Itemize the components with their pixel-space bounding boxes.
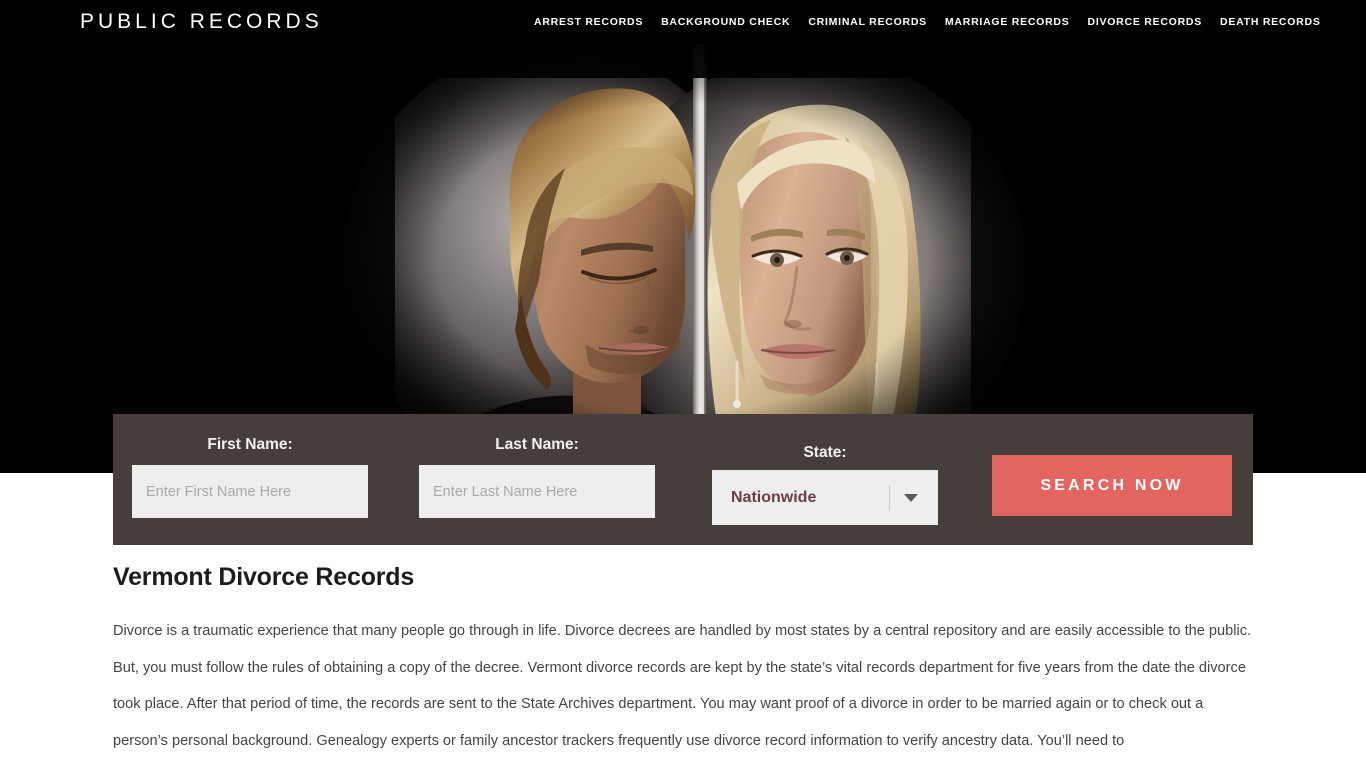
search-form-panel: First Name: Last Name: State: Nationwide… (113, 414, 1253, 545)
nav-item-marriage-records[interactable]: MARRIAGE RECORDS (936, 14, 1079, 30)
select-divider (889, 484, 890, 511)
state-select-value: Nationwide (731, 488, 817, 506)
state-select[interactable]: Nationwide (712, 470, 938, 525)
article-body: Divorce is a traumatic experience that m… (113, 623, 1252, 749)
article-section: Vermont Divorce Records Divorce is a tra… (113, 560, 1253, 759)
hero-banner (0, 0, 1366, 473)
first-name-label: First Name: (207, 436, 293, 453)
nav-item-death-records[interactable]: DEATH RECORDS (1211, 14, 1330, 30)
site-logo[interactable]: PUBLIC RECORDS (80, 9, 323, 35)
page-root: PUBLIC RECORDS ARREST RECORDS BACKGROUND… (0, 0, 1366, 768)
search-now-button[interactable]: Search Now (992, 455, 1232, 516)
last-name-label: Last Name: (495, 436, 579, 453)
nav-item-background-check[interactable]: BACKGROUND CHECK (652, 14, 799, 30)
nav-item-criminal-records[interactable]: CRIMINAL RECORDS (799, 14, 936, 30)
chevron-down-icon (904, 493, 918, 502)
top-navigation-bar: PUBLIC RECORDS ARREST RECORDS BACKGROUND… (0, 0, 1366, 44)
main-nav: ARREST RECORDS BACKGROUND CHECK CRIMINAL… (525, 14, 1330, 30)
last-name-input[interactable] (419, 465, 655, 518)
nav-item-divorce-records[interactable]: DIVORCE RECORDS (1079, 14, 1212, 30)
nav-item-arrest-records[interactable]: ARREST RECORDS (525, 14, 652, 30)
first-name-input[interactable] (132, 465, 368, 518)
hero-photo (341, 44, 1025, 473)
state-label: State: (803, 444, 847, 461)
page-title: Vermont Divorce Records (113, 563, 415, 591)
